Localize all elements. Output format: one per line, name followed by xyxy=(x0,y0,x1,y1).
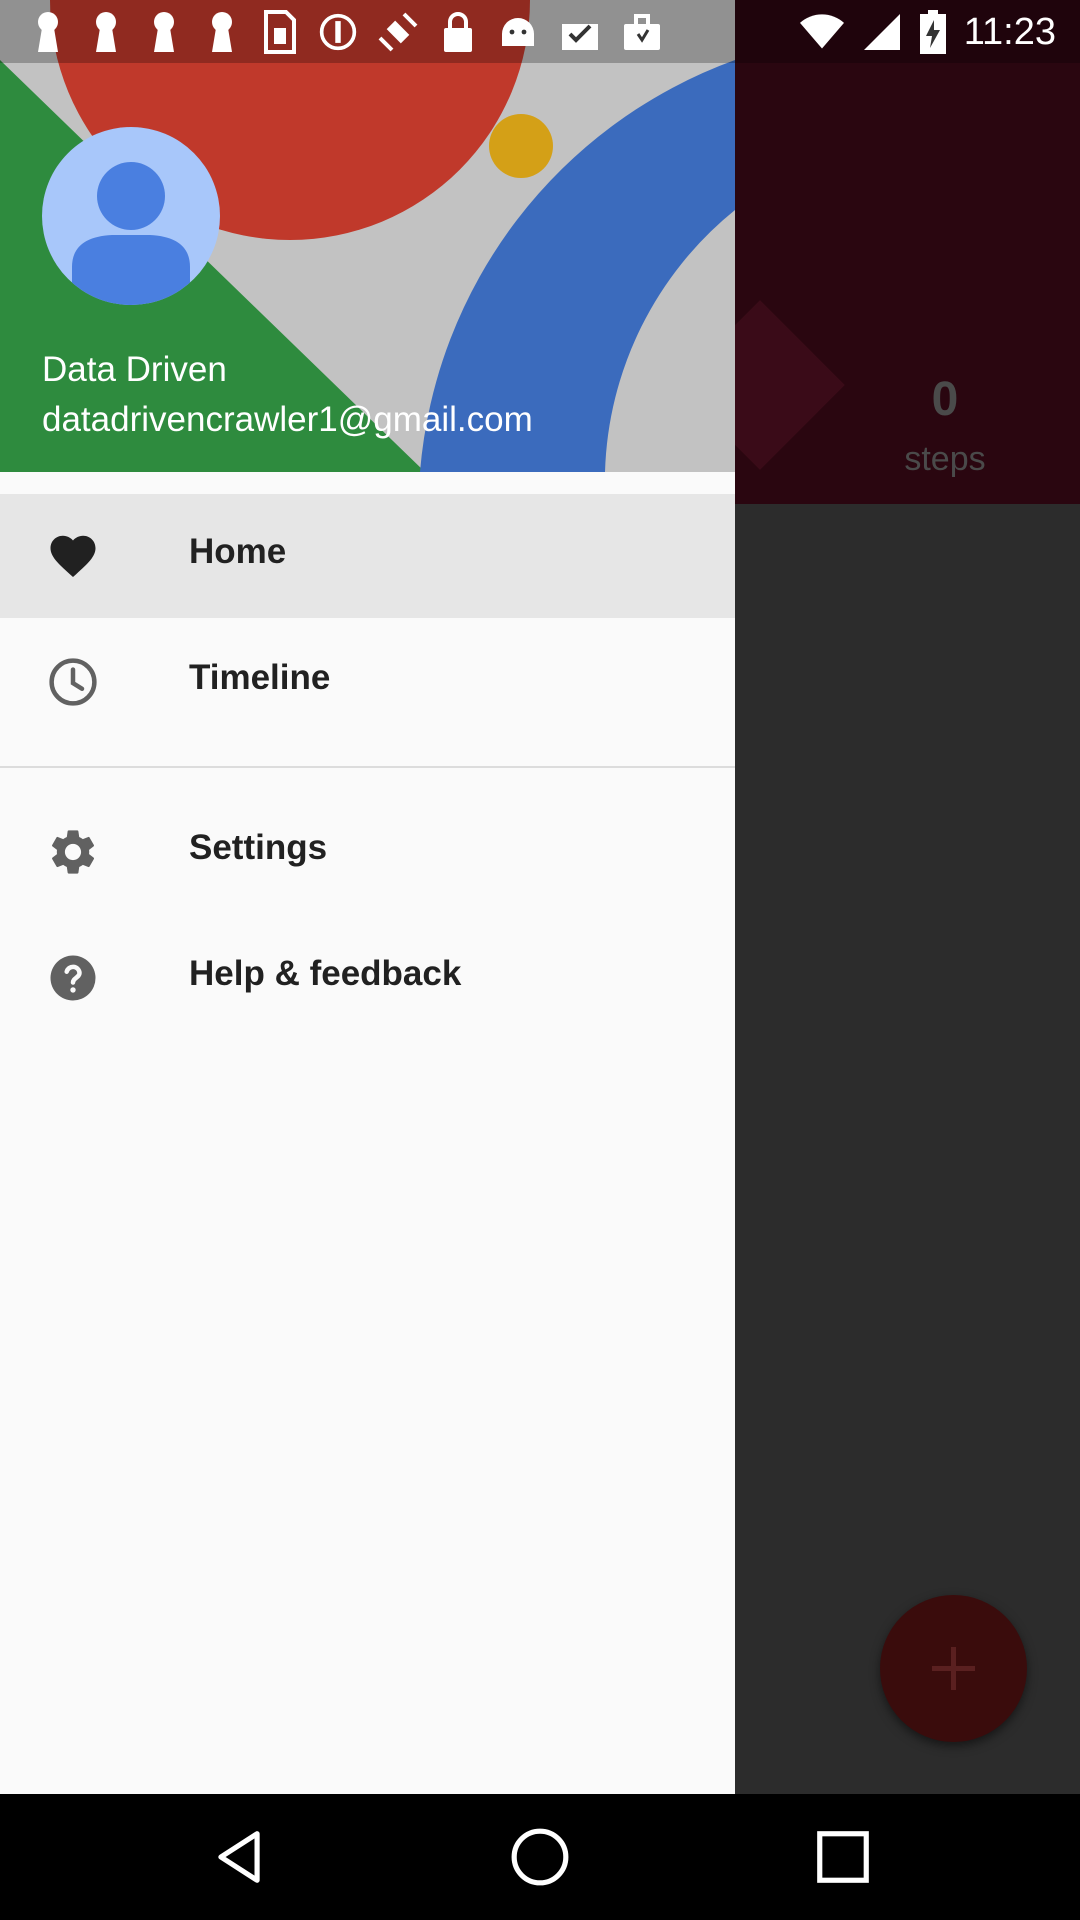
clipboard-check-icon xyxy=(562,24,598,50)
menu-item-home[interactable]: Home xyxy=(0,494,735,618)
menu-item-help-feedback[interactable]: Help & feedback xyxy=(0,916,735,1040)
android-icon xyxy=(502,18,534,46)
navigation-bar xyxy=(0,1794,1080,1920)
steps-label: steps xyxy=(904,440,986,478)
lock-icon xyxy=(444,12,472,52)
menu-item-settings[interactable]: Settings xyxy=(0,790,735,914)
battery-charging-icon xyxy=(919,10,946,54)
steps-count: 0 xyxy=(931,373,959,426)
notification-icons xyxy=(28,10,664,54)
menu-item-label: Settings xyxy=(189,828,328,867)
keyhole-icon xyxy=(96,12,116,52)
navigation-drawer: Data Driven datadrivencrawler1@gmail.com… xyxy=(0,0,735,1794)
plus-icon xyxy=(932,1647,975,1690)
signal-icon xyxy=(863,14,900,50)
alert-circle-icon xyxy=(319,13,357,51)
briefcase-icon xyxy=(624,14,660,50)
drawer-header: Data Driven datadrivencrawler1@gmail.com xyxy=(0,0,735,472)
menu-divider xyxy=(0,766,735,768)
status-bar: 11:23 xyxy=(0,0,1080,63)
add-fab-button[interactable] xyxy=(880,1595,1027,1742)
sim-card-icon xyxy=(264,10,296,54)
fake-gps-icon xyxy=(378,12,418,52)
clock-icon xyxy=(49,658,97,706)
home-icon[interactable] xyxy=(509,1826,571,1888)
person-icon xyxy=(72,162,190,305)
heart-icon xyxy=(50,535,96,578)
user-name: Data Driven xyxy=(42,350,227,389)
keyhole-icon xyxy=(212,12,232,52)
menu-item-label: Home xyxy=(189,532,287,571)
menu-item-label: Timeline xyxy=(189,658,331,697)
avatar[interactable] xyxy=(42,127,220,305)
menu-item-timeline[interactable]: Timeline xyxy=(0,620,735,744)
user-email: datadrivencrawler1@gmail.com xyxy=(42,400,533,439)
status-right: 11:23 xyxy=(799,10,1056,54)
menu-item-label: Help & feedback xyxy=(189,954,462,993)
back-icon[interactable] xyxy=(208,1826,270,1888)
recents-icon[interactable] xyxy=(812,1826,874,1888)
keyhole-icon xyxy=(154,12,174,52)
gear-icon xyxy=(52,830,95,874)
wifi-icon xyxy=(799,14,844,49)
status-time: 11:23 xyxy=(963,10,1056,53)
keyhole-icon xyxy=(38,12,58,52)
help-icon xyxy=(50,955,96,1001)
